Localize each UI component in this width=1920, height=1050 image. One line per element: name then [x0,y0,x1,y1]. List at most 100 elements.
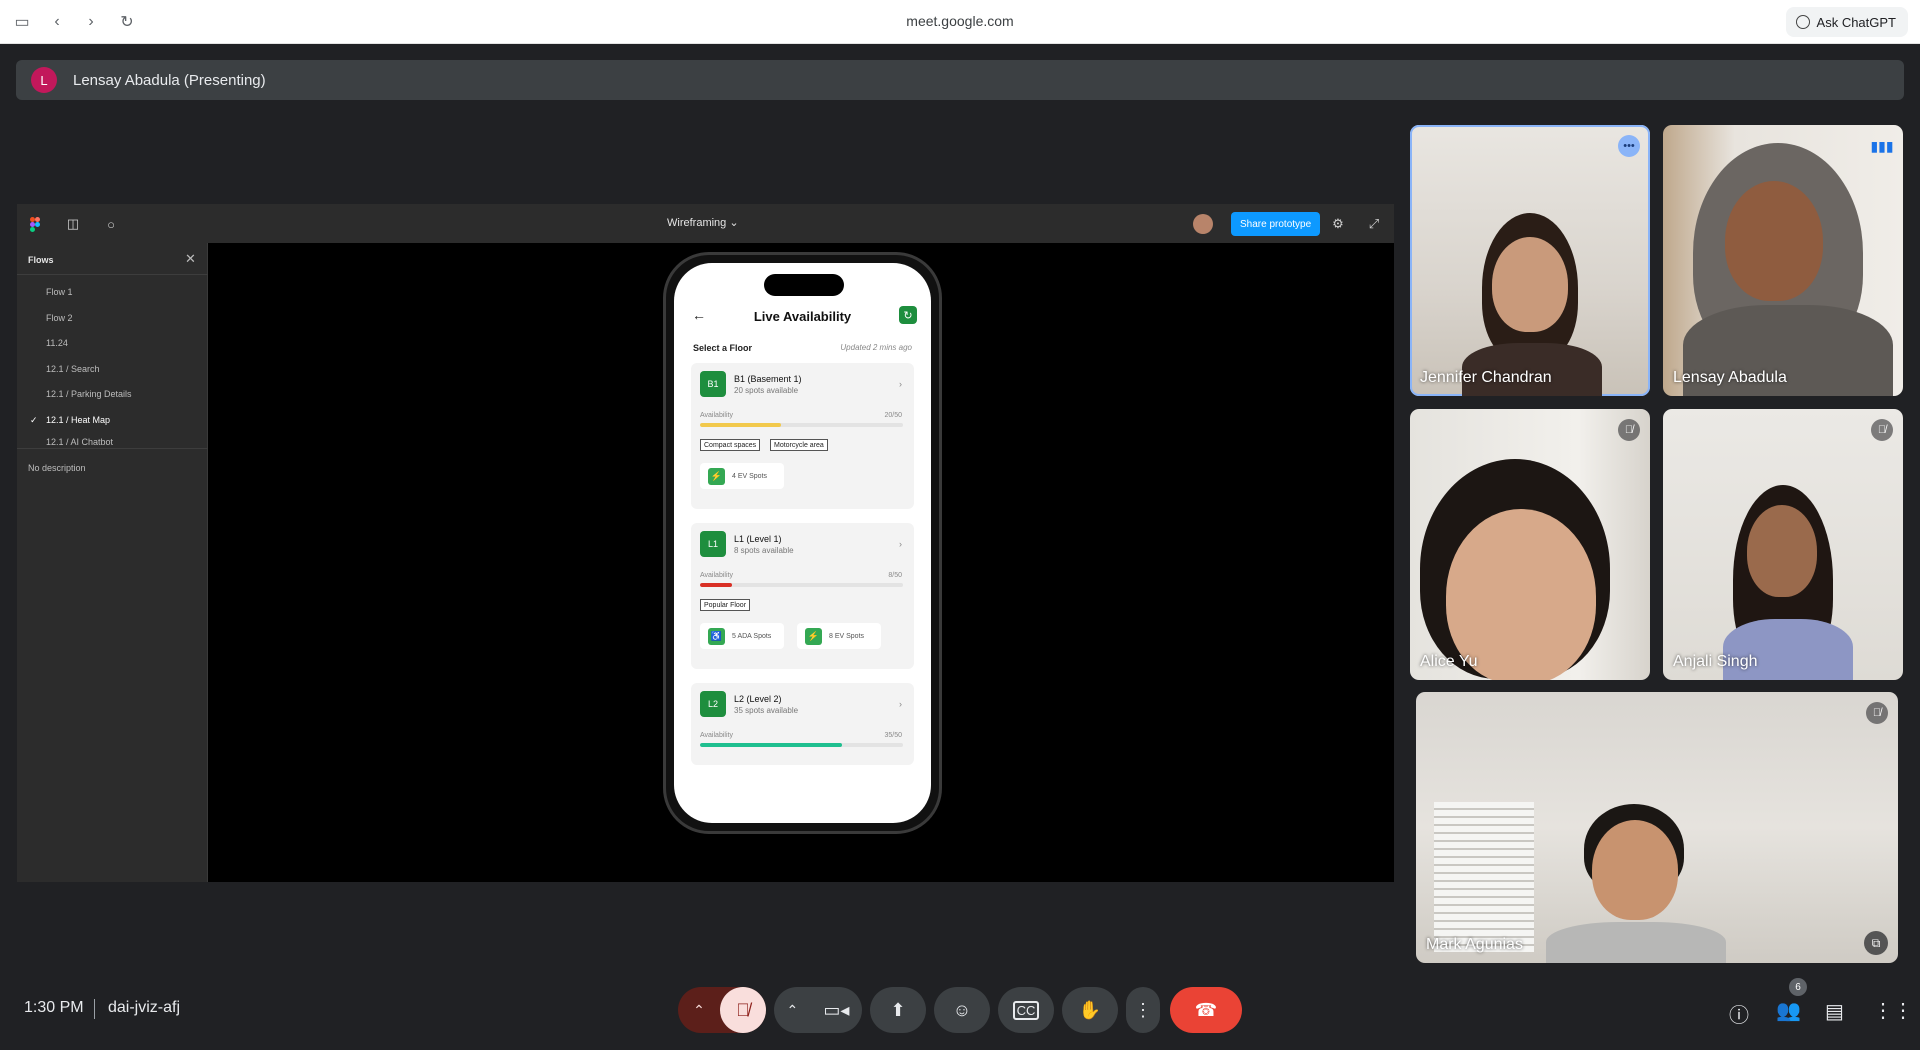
floor-badge: B1 [700,371,726,397]
floor-name: L2 (Level 2) [734,694,782,704]
availability-bar [700,423,903,427]
floor-name: L1 (Level 1) [734,534,782,544]
floor-tag: Motorcycle area [770,439,828,451]
flow-item-selected[interactable]: 12.1 / Heat Map [46,415,110,425]
flow-item[interactable]: 12.1 / Search [46,364,100,374]
expand-icon[interactable]: ⤢ [1364,214,1384,234]
flows-title: Flows [28,255,54,265]
chip-label: 5 ADA Spots [732,632,772,640]
video-feed [1592,820,1678,920]
participant-tile[interactable]: 🎙̸ Alice Yu [1410,409,1650,680]
close-icon[interactable]: ✕ [185,251,196,267]
divider [94,999,95,1019]
availability-count: 8/50 [888,572,902,579]
floor-spots: 8 spots available [734,546,794,555]
mic-off-icon: 🎙̸ [1618,419,1640,441]
flow-item[interactable]: Flow 2 [46,313,73,323]
chat-icon[interactable]: ▤ [1825,999,1844,1024]
file-title-dropdown[interactable]: Wireframing ⌄ [667,216,739,229]
share-prototype-button[interactable]: Share prototype [1231,212,1321,236]
floor-card-l1[interactable]: L1 L1 (Level 1) 8 spots available › Avai… [691,523,914,669]
chevron-right-icon: › [899,699,902,709]
present-screen-button[interactable]: ⬆ [870,987,926,1033]
flow-item[interactable]: 11.24 [46,338,68,348]
people-count-badge: 6 [1789,978,1807,996]
meeting-info-icon[interactable]: ⓘ [1729,999,1749,1028]
dynamic-island [764,274,844,296]
phone-frame: ← Live Availability ↻ Select a Floor Upd… [663,252,942,834]
meet-stage: L Lensay Abadula (Presenting) ◫ ○ Wirefr… [0,44,1920,1050]
shared-screen[interactable]: ◫ ○ Wireframing ⌄ Share prototype ⚙ ⤢ Fl… [17,204,1394,882]
flow-description: No description [28,463,86,473]
more-options-button[interactable]: ⋮ [1126,987,1160,1033]
screen-title: Live Availability [753,309,852,324]
mic-control-group: ⌃ 🎙̸ [678,987,766,1033]
figma-toolbar: ◫ ○ Wireframing ⌄ Share prototype ⚙ ⤢ [17,204,1394,243]
ask-chatgpt-button[interactable]: Ask ChatGPT [1785,7,1908,37]
presenter-bar: L Lensay Abadula (Presenting) [16,60,1904,100]
chevron-down-icon: ⌄ [729,217,739,229]
refresh-icon[interactable]: ↻ [899,306,917,324]
presenter-avatar: L [31,67,57,93]
participant-tile[interactable]: ••• Jennifer Chandran [1410,125,1650,396]
floor-spots: 20 spots available [734,386,799,395]
ev-charger-icon: ⚡ [805,627,822,645]
comment-icon[interactable]: ○ [101,214,121,234]
meeting-code: dai-jviz-afj [108,999,181,1016]
camera-control-group: ⌃ ▭◂ [774,987,862,1033]
chip-label: 8 EV Spots [829,632,865,640]
window-blinds [1434,802,1534,952]
mic-off-icon: 🎙̸ [1866,702,1888,724]
people-icon[interactable]: 👥 [1776,998,1801,1023]
floor-spots: 35 spots available [734,706,799,715]
camera-options-chevron-icon[interactable]: ⌃ [787,1002,799,1019]
ada-spots-chip: ♿ 5 ADA Spots [700,623,784,649]
floor-tag: Compact spaces [700,439,761,451]
floor-tag: Popular Floor [700,599,751,611]
availability-label: Availability [700,732,733,739]
mic-toggle-button[interactable]: 🎙̸ [720,987,766,1033]
participant-name: Mark Agunias [1426,936,1523,953]
raise-hand-button[interactable]: ✋ [1062,987,1118,1033]
user-avatar[interactable] [1193,214,1213,234]
flow-item[interactable]: 12.1 / Parking Details [46,389,132,399]
activities-icon[interactable]: ⋮⋮⋮ [1873,998,1920,1023]
panel-toggle-icon[interactable]: ◫ [63,214,83,234]
floor-card-l2[interactable]: L2 L2 (Level 2) 35 spots available › Ava… [691,683,914,765]
ask-chatgpt-label: Ask ChatGPT [1816,14,1896,30]
divider [17,448,208,449]
availability-count: 20/50 [884,412,902,419]
captions-button[interactable]: CC [998,987,1054,1033]
availability-count: 35/50 [884,732,902,739]
availability-label: Availability [700,412,733,419]
availability-fill [700,583,733,587]
reactions-button[interactable]: ☺ [934,987,990,1033]
speaking-indicator-icon: ▮▮▮ [1870,137,1894,154]
mic-off-icon: 🎙̸ [1871,419,1893,441]
mic-options-chevron-icon[interactable]: ⌃ [678,1002,720,1019]
leave-call-button[interactable]: ☎ [1170,987,1242,1033]
participant-name: Alice Yu [1420,653,1478,670]
camera-toggle-button[interactable]: ▭◂ [823,1000,849,1021]
participant-tile[interactable]: 🎙̸ Mark Agunias ⧉ [1416,692,1898,963]
hang-up-icon: ☎ [1194,999,1218,1020]
participant-tile[interactable]: 🎙̸ Anjali Singh [1663,409,1903,680]
floor-badge: L2 [700,691,726,717]
flow-item[interactable]: Flow 1 [46,287,73,297]
availability-label: Availability [700,572,733,579]
settings-sliders-icon[interactable]: ⚙ [1328,214,1348,234]
floor-badge: L1 [700,531,726,557]
divider [17,274,208,275]
meeting-time: 1:30 PM [24,999,84,1016]
crop-icon[interactable]: ⧉ [1864,931,1888,955]
phone-screen: ← Live Availability ↻ Select a Floor Upd… [674,263,931,823]
floor-card-b1[interactable]: B1 B1 (Basement 1) 20 spots available › … [691,363,914,509]
ev-spots-chip: ⚡ 8 EV Spots [797,623,881,649]
hand-icon: ✋ [1078,999,1102,1020]
url-bar[interactable]: meet.google.com [0,13,1920,29]
more-options-icon[interactable]: ••• [1618,135,1640,157]
participant-tile[interactable]: ▮▮▮ Lensay Abadula [1663,125,1903,396]
present-screen-icon: ⬆ [890,999,906,1020]
updated-label: Updated 2 mins ago [840,343,912,352]
flow-item[interactable]: 12.1 / AI Chatbot [46,438,113,445]
